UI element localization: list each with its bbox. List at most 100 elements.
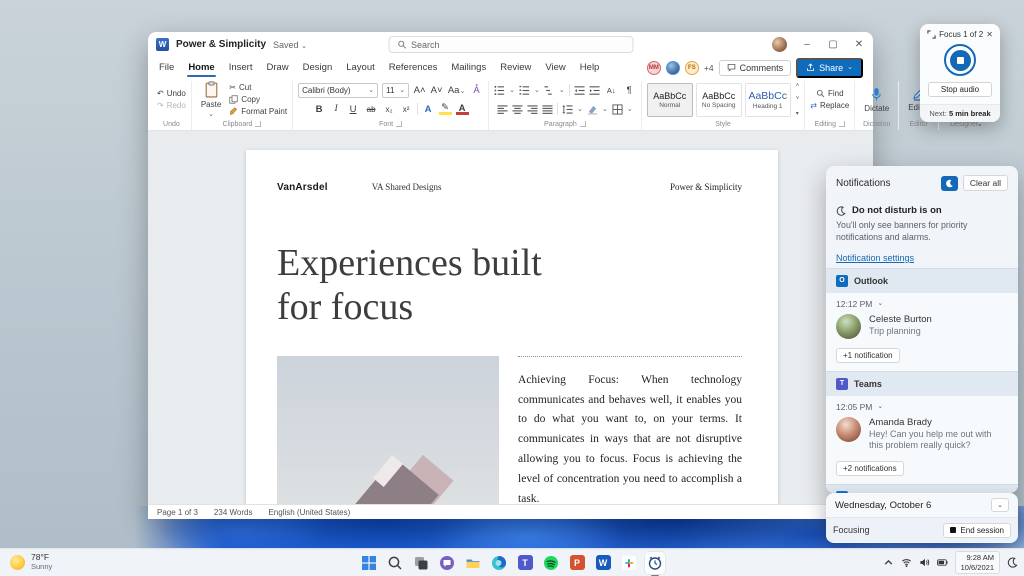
tab-mailings[interactable]: Mailings bbox=[450, 60, 487, 75]
tab-draw[interactable]: Draw bbox=[265, 60, 289, 75]
text-effects-button[interactable]: A bbox=[422, 104, 435, 115]
notification-group-outlook[interactable]: O Outlook bbox=[826, 267, 1018, 293]
comments-button[interactable]: Comments bbox=[718, 59, 792, 76]
stop-button[interactable] bbox=[949, 49, 971, 71]
decrease-indent-button[interactable] bbox=[574, 85, 585, 96]
multilevel-list-button[interactable] bbox=[544, 85, 555, 96]
undo-button[interactable]: ↶ Undo bbox=[157, 89, 186, 98]
line-spacing-button[interactable] bbox=[562, 104, 573, 115]
search-input[interactable]: Search bbox=[388, 36, 633, 53]
italic-button[interactable]: I bbox=[330, 104, 343, 114]
taskbar-weather-widget[interactable]: 78°F Sunny bbox=[10, 553, 52, 571]
sort-button[interactable]: A↓ bbox=[604, 86, 619, 95]
spotify-button[interactable] bbox=[541, 552, 561, 574]
show-formatting-button[interactable]: ¶ bbox=[623, 85, 636, 96]
dnd-toggle-button[interactable] bbox=[940, 175, 958, 191]
battery-icon[interactable] bbox=[936, 557, 948, 568]
user-avatar[interactable] bbox=[772, 37, 787, 52]
tab-layout[interactable]: Layout bbox=[345, 60, 376, 75]
word-taskbar-button[interactable]: W bbox=[593, 552, 613, 574]
style-heading-1[interactable]: AaBbCc Heading 1 bbox=[744, 82, 791, 117]
dialog-launcher-icon[interactable] bbox=[579, 121, 586, 127]
collab-avatar-mm[interactable]: MM bbox=[646, 60, 661, 75]
maximize-button[interactable]: ▢ bbox=[827, 39, 839, 50]
document-heading[interactable]: Experiences built for focus bbox=[277, 241, 577, 330]
styles-scroll-up-icon[interactable]: ˄ bbox=[796, 83, 800, 89]
borders-button[interactable] bbox=[612, 103, 623, 115]
align-left-button[interactable] bbox=[497, 104, 508, 115]
font-size-select[interactable]: 11 ⌄ bbox=[382, 82, 410, 98]
subscript-button[interactable]: x₂ bbox=[383, 105, 396, 114]
page-indicator[interactable]: Page 1 of 3 bbox=[157, 508, 198, 517]
notification-card-outlook[interactable]: 12:12 PM ⌄ Celeste Burton Trip planning … bbox=[826, 292, 1018, 371]
redo-button[interactable]: ↷ Redo bbox=[157, 101, 186, 110]
shading-button[interactable] bbox=[587, 104, 598, 115]
clock-app-button[interactable] bbox=[645, 551, 665, 576]
notification-group-teams[interactable]: T Teams bbox=[826, 370, 1018, 396]
style-normal[interactable]: AaBbCc Normal bbox=[646, 82, 693, 117]
copy-button[interactable]: Copy bbox=[229, 95, 287, 104]
align-center-button[interactable] bbox=[512, 104, 523, 115]
notification-card-teams[interactable]: 12:05 PM ⌄ Amanda Brady Hey! Can you hel… bbox=[826, 395, 1018, 485]
task-view-button[interactable] bbox=[411, 552, 431, 574]
find-button[interactable]: Find bbox=[816, 89, 844, 98]
powerpoint-button[interactable]: P bbox=[567, 552, 587, 574]
taskbar-clock[interactable]: 9:28 AM 10/6/2021 bbox=[954, 551, 1000, 574]
expand-icon[interactable] bbox=[927, 30, 936, 39]
format-painter-button[interactable]: Format Paint bbox=[229, 107, 287, 116]
collab-more-count[interactable]: +4 bbox=[704, 63, 714, 73]
document-image[interactable] bbox=[277, 355, 500, 504]
minimize-button[interactable]: – bbox=[801, 39, 813, 50]
calendar-collapse-button[interactable]: ⌄ bbox=[991, 498, 1009, 512]
numbered-list-button[interactable] bbox=[519, 85, 530, 96]
tab-home[interactable]: Home bbox=[187, 60, 217, 77]
change-case-button[interactable]: Aa⌄ bbox=[447, 85, 466, 96]
tab-design[interactable]: Design bbox=[302, 60, 334, 75]
notification-group-calendar[interactable]: Calendar bbox=[826, 484, 1018, 493]
tab-insert[interactable]: Insert bbox=[228, 60, 254, 75]
volume-icon[interactable] bbox=[919, 557, 930, 568]
underline-button[interactable]: U bbox=[347, 104, 360, 115]
dictate-button[interactable]: Dictate bbox=[860, 87, 893, 113]
styles-scroll-down-icon[interactable]: ˅ bbox=[796, 96, 800, 102]
slack-button[interactable] bbox=[619, 552, 639, 574]
document-page[interactable]: VanArsdel VA Shared Designs Power & Simp… bbox=[246, 150, 778, 504]
highlight-color-button[interactable]: ✎ bbox=[438, 103, 452, 115]
font-color-button[interactable]: A bbox=[455, 103, 469, 115]
align-right-button[interactable] bbox=[527, 104, 538, 115]
clear-all-button[interactable]: Clear all bbox=[962, 175, 1008, 191]
wifi-icon[interactable] bbox=[901, 557, 912, 568]
clear-formatting-button[interactable]: A̽ bbox=[470, 85, 483, 96]
teams-button[interactable]: T bbox=[515, 552, 535, 574]
shrink-font-button[interactable]: A˅ bbox=[430, 85, 443, 96]
notification-settings-link[interactable]: Notification settings bbox=[836, 253, 914, 263]
tab-help[interactable]: Help bbox=[579, 60, 601, 75]
tab-view[interactable]: View bbox=[544, 60, 566, 75]
replace-button[interactable]: ⇄ Replace bbox=[810, 101, 849, 110]
bullet-list-button[interactable] bbox=[494, 85, 505, 96]
tab-review[interactable]: Review bbox=[499, 60, 532, 75]
stop-audio-button[interactable]: Stop audio bbox=[928, 82, 992, 97]
taskbar-search-button[interactable] bbox=[385, 552, 405, 574]
language-indicator[interactable]: English (United States) bbox=[268, 508, 350, 517]
edge-button[interactable] bbox=[489, 552, 509, 574]
cut-button[interactable]: ✂ Cut bbox=[229, 83, 287, 92]
file-explorer-button[interactable] bbox=[463, 552, 483, 574]
end-session-button[interactable]: End session bbox=[943, 522, 1011, 538]
increase-indent-button[interactable] bbox=[589, 85, 600, 96]
chevron-down-icon[interactable]: ⌄ bbox=[877, 403, 883, 410]
start-button[interactable] bbox=[359, 552, 379, 574]
dnd-moon-icon[interactable] bbox=[1007, 557, 1018, 568]
grow-font-button[interactable]: A˄ bbox=[413, 85, 426, 96]
tray-chevron-up-icon[interactable] bbox=[883, 557, 894, 568]
strikethrough-button[interactable]: ab bbox=[364, 105, 379, 114]
dialog-launcher-icon[interactable] bbox=[396, 121, 403, 127]
dialog-launcher-icon[interactable] bbox=[255, 121, 262, 127]
style-no-spacing[interactable]: AaBbCc No Spacing bbox=[695, 82, 742, 117]
chat-button[interactable] bbox=[437, 552, 457, 574]
close-button[interactable]: ✕ bbox=[853, 39, 865, 50]
share-button[interactable]: Share ⌄ bbox=[796, 57, 863, 78]
tab-references[interactable]: References bbox=[388, 60, 439, 75]
collab-avatar-photo[interactable] bbox=[665, 60, 680, 75]
tab-file[interactable]: File bbox=[158, 60, 175, 75]
